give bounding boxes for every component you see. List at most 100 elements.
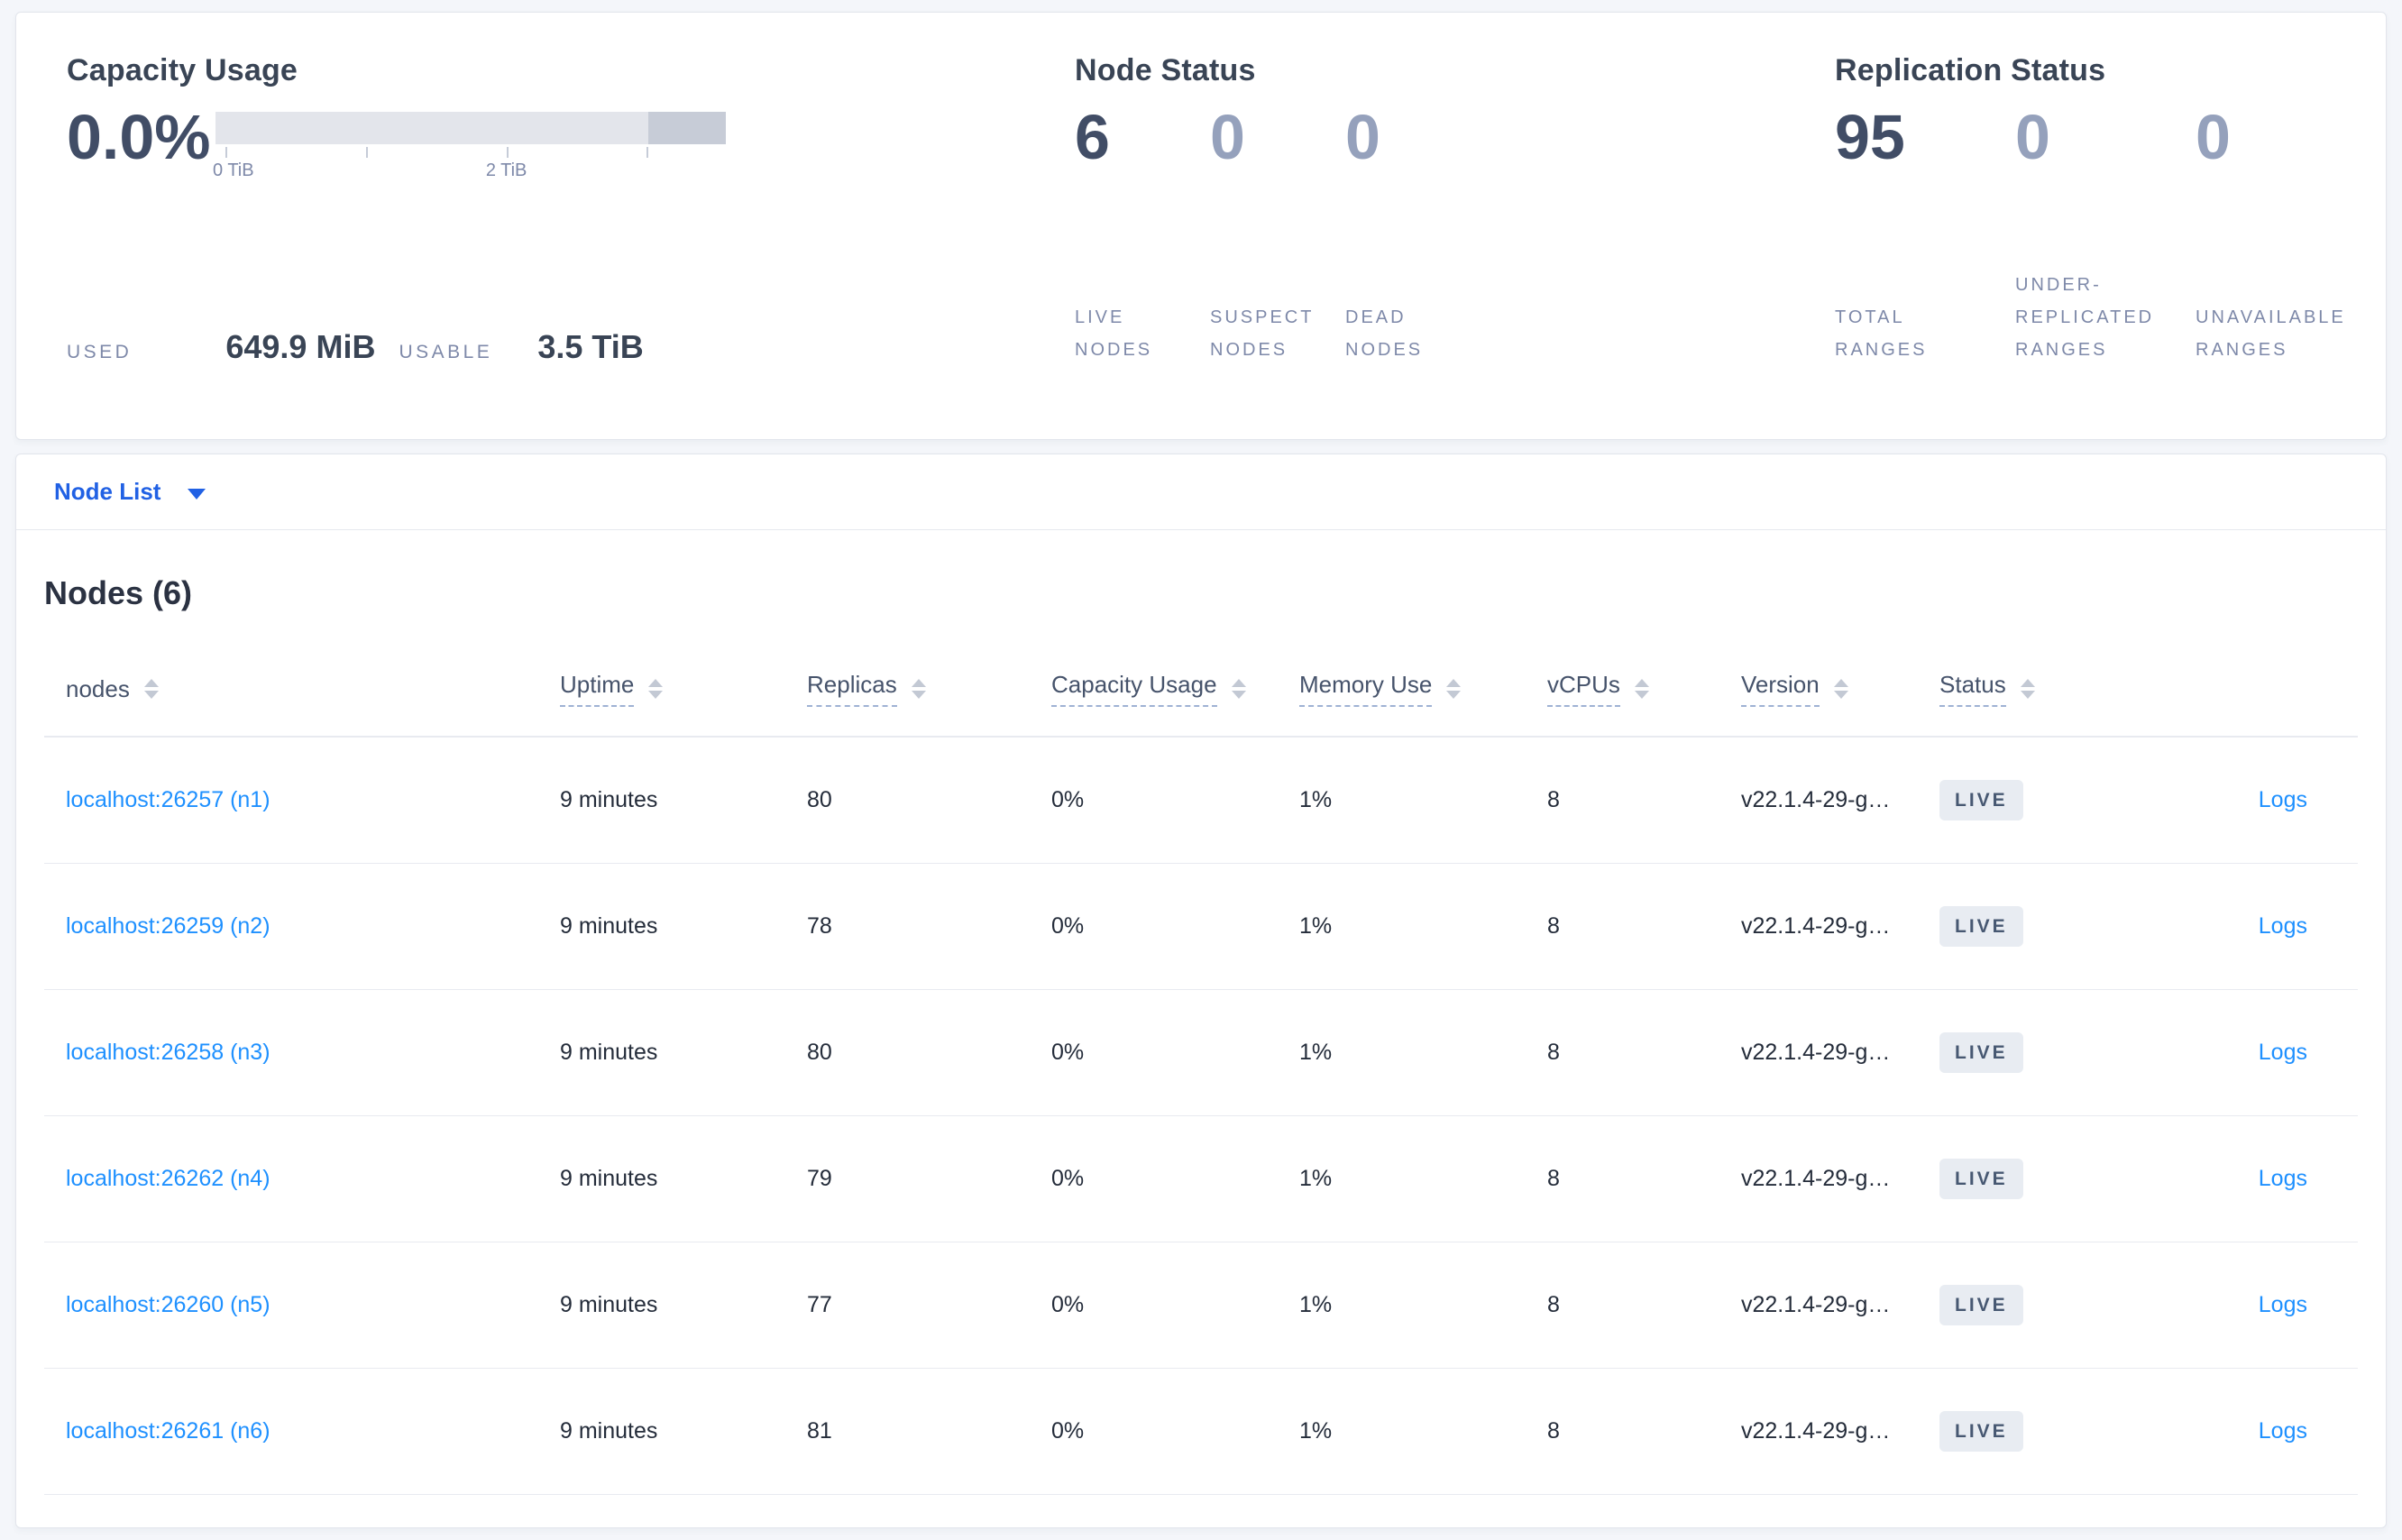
cell-vcpus: 8 [1547, 1418, 1560, 1444]
nodes-table-section: Nodes (6) nodes Uptime Replicas Capacity Us… [16, 572, 2386, 1527]
logs-link[interactable]: Logs [2259, 1418, 2307, 1444]
stat-label: LIVE NODES [1075, 307, 1153, 360]
cell-replicas: 79 [807, 1166, 832, 1191]
logs-link[interactable]: Logs [2259, 787, 2307, 812]
capacity-axis-ticks [215, 144, 726, 159]
cell-logs: Logs [2120, 1040, 2358, 1066]
cell-replicas: 78 [807, 913, 832, 939]
cell-capacity: 0% [1051, 1418, 1085, 1444]
replication-status-title: Replication Status [1835, 53, 2106, 87]
column-header-capacity[interactable]: Capacity Usage [1051, 671, 1299, 707]
status-badge: LIVE [1939, 1032, 2023, 1073]
used-label: USED [67, 342, 133, 362]
column-label: Memory Use [1299, 671, 1433, 707]
cell-logs: Logs [2120, 787, 2358, 813]
cell-replicas: 80 [807, 1040, 832, 1065]
logs-link[interactable]: Logs [2259, 1166, 2307, 1191]
cell-capacity: 0% [1051, 913, 1085, 939]
cell-version: v22.1.4-29-g… [1741, 1292, 1891, 1317]
capacity-axis-labels: 0 TiB 2 TiB [213, 160, 726, 186]
cell-capacity: 0% [1051, 1040, 1085, 1065]
cell-capacity: 0% [1051, 1292, 1085, 1317]
cell-version: v22.1.4-29-g… [1741, 913, 1891, 939]
node-link[interactable]: localhost:26260 (n5) [66, 1292, 270, 1317]
cell-version: v22.1.4-29-g… [1741, 787, 1891, 812]
table-row: localhost:26261 (n6) 9 minutes 81 0% 1% 8 v22.… [44, 1369, 2358, 1495]
cell-capacity: 0% [1051, 787, 1085, 812]
status-badge: LIVE [1939, 780, 2023, 820]
column-label: Version [1741, 671, 1820, 707]
node-status-stats: 6 LIVE NODES 0 SUSPECT NODES 0 DEAD NODES [1075, 99, 1835, 366]
node-status-title: Node Status [1075, 53, 1256, 87]
cell-uptime: 9 minutes [560, 913, 658, 939]
used-value: 649.9 MiB [225, 328, 376, 365]
cell-address: localhost:26260 (n5) [66, 1292, 560, 1318]
node-list-dropdown-label: Node List [54, 478, 161, 505]
sort-icon [911, 679, 926, 699]
cell-memory: 1% [1299, 1166, 1333, 1191]
stat-label: TOTAL RANGES [1835, 307, 1928, 360]
stat-label: SUSPECT NODES [1210, 307, 1315, 360]
node-list-dropdown[interactable]: Node List [54, 478, 206, 506]
table-row: localhost:26258 (n3) 9 minutes 80 0% 1% 8 v22.… [44, 990, 2358, 1116]
cell-vcpus: 8 [1547, 1292, 1560, 1317]
node-link[interactable]: localhost:26257 (n1) [66, 787, 270, 812]
cell-version: v22.1.4-29-g… [1741, 1418, 1891, 1444]
table-title: Nodes (6) [44, 574, 193, 611]
stat-value: 0 [1345, 102, 1380, 172]
cluster-overview-page: Capacity Usage 0.0% 0 TiB 2 TiB USED 649… [0, 0, 2402, 1540]
column-label: Uptime [560, 671, 635, 707]
node-link[interactable]: localhost:26259 (n2) [66, 913, 270, 939]
cell-version: v22.1.4-29-g… [1741, 1040, 1891, 1065]
column-header-vcpus[interactable]: vCPUs [1547, 671, 1741, 707]
stat-value: 0 [1210, 102, 1245, 172]
column-header-status[interactable]: Status [1939, 671, 2120, 707]
stat-label: UNAVAILABLE RANGES [2196, 307, 2346, 360]
logs-link[interactable]: Logs [2259, 913, 2307, 939]
status-badge: LIVE [1939, 906, 2023, 947]
cell-uptime: 9 minutes [560, 1418, 658, 1444]
cell-vcpus: 8 [1547, 913, 1560, 939]
cell-status: LIVE [1939, 1411, 2120, 1452]
cell-address: localhost:26257 (n1) [66, 787, 560, 813]
stat-value: 0 [2015, 102, 2050, 172]
table-row: localhost:26262 (n4) 9 minutes 79 0% 1% 8 v22.… [44, 1116, 2358, 1242]
replication-status-section: Replication Status 95 TOTAL RANGES 0 UNDER-… [1835, 50, 2386, 439]
column-label: Capacity Usage [1051, 671, 1217, 707]
capacity-percent: 0.0% [67, 102, 211, 172]
column-label: Replicas [807, 671, 897, 707]
node-link[interactable]: localhost:26258 (n3) [66, 1040, 270, 1065]
sort-icon [648, 679, 664, 699]
cluster-summary-panel: Capacity Usage 0.0% 0 TiB 2 TiB USED 649… [15, 12, 2387, 440]
capacity-gauge: 0.0% 0 TiB 2 TiB [67, 99, 1075, 186]
axis-tick [225, 147, 228, 158]
axis-label-two: 2 TiB [485, 160, 527, 180]
usable-value: 3.5 TiB [537, 328, 644, 365]
cell-address: localhost:26258 (n3) [66, 1040, 560, 1066]
axis-tick [506, 147, 509, 158]
column-header-address[interactable]: nodes [66, 675, 560, 703]
replication-status-stats: 95 TOTAL RANGES 0 UNDER- REPLICATED RANGES 0… [1835, 99, 2386, 366]
axis-label-zero: 0 TiB [213, 160, 254, 180]
cell-replicas: 77 [807, 1292, 832, 1317]
cell-memory: 1% [1299, 1292, 1333, 1317]
column-header-replicas[interactable]: Replicas [807, 671, 1051, 707]
capacity-used-usable-row: USED 649.9 MiB USABLE 3.5 TiB [67, 328, 1075, 366]
cell-replicas: 81 [807, 1418, 832, 1444]
logs-link[interactable]: Logs [2259, 1292, 2307, 1317]
sort-icon [1231, 679, 1246, 699]
cell-status: LIVE [1939, 906, 2120, 947]
node-status-section: Node Status 6 LIVE NODES 0 SUSPECT NODES 0 DE… [1075, 50, 1835, 439]
column-header-uptime[interactable]: Uptime [560, 671, 807, 707]
column-header-version[interactable]: Version [1741, 671, 1939, 707]
column-label: Status [1939, 671, 2006, 707]
column-header-memory[interactable]: Memory Use [1299, 671, 1547, 707]
node-link[interactable]: localhost:26261 (n6) [66, 1418, 270, 1444]
node-link[interactable]: localhost:26262 (n4) [66, 1166, 270, 1191]
cell-uptime: 9 minutes [560, 787, 658, 812]
stat-live-nodes: 6 LIVE NODES [1075, 99, 1210, 366]
capacity-bar [215, 112, 726, 144]
status-badge: LIVE [1939, 1285, 2023, 1325]
sort-icon [2020, 679, 2035, 699]
logs-link[interactable]: Logs [2259, 1040, 2307, 1065]
